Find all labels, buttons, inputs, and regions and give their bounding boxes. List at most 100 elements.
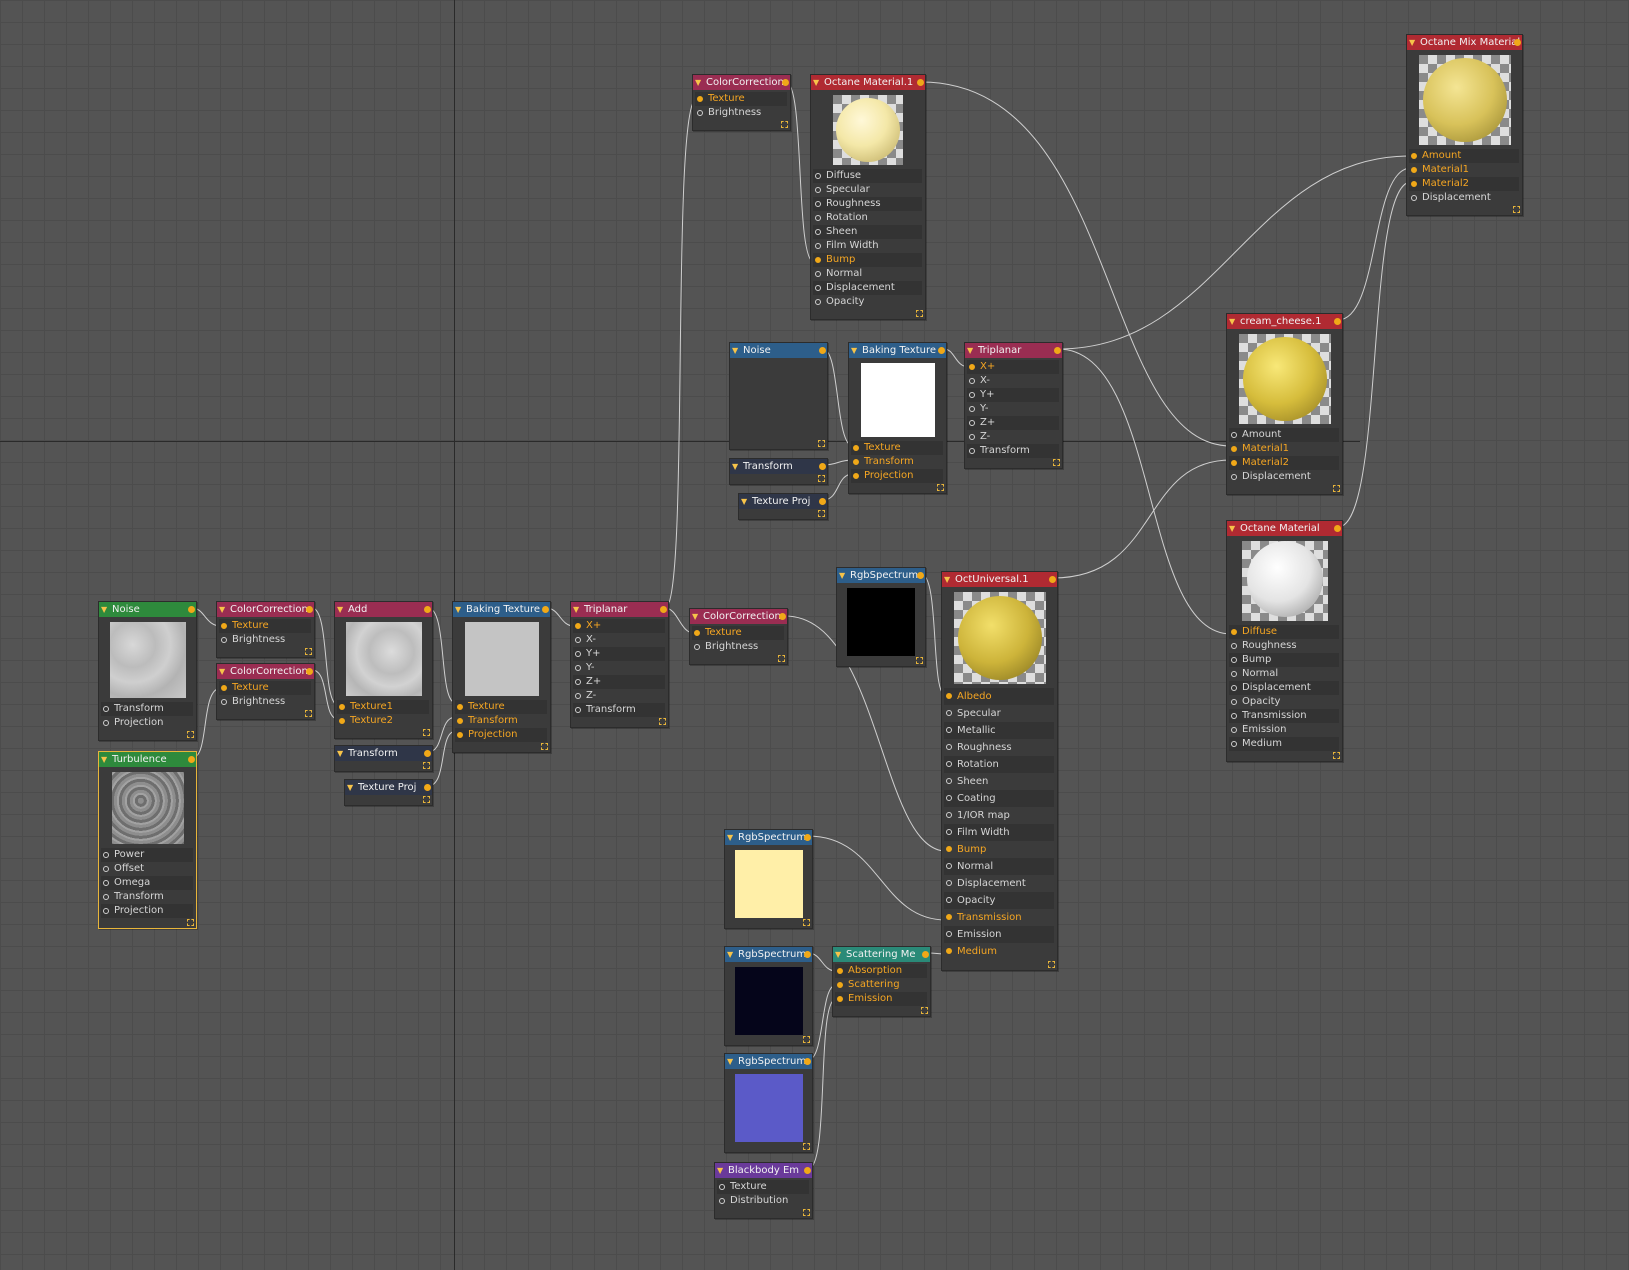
input-port-icon[interactable] [946, 914, 952, 920]
port-projection[interactable]: Projection [455, 728, 547, 742]
input-port-icon[interactable] [1231, 643, 1237, 649]
port-displacement[interactable]: Displacement [1229, 470, 1339, 484]
output-port[interactable] [782, 79, 789, 86]
port-y-plus[interactable]: Y+ [573, 647, 665, 661]
input-port-icon[interactable] [103, 706, 109, 712]
input-port-icon[interactable] [815, 299, 821, 305]
resize-grip-icon[interactable] [305, 648, 312, 655]
output-port[interactable] [819, 498, 826, 505]
input-port-icon[interactable] [969, 378, 975, 384]
node-header[interactable]: ▼ Blackbody Em [715, 1163, 812, 1178]
input-port-icon[interactable] [853, 473, 859, 479]
node-header[interactable]: ▼ OctUniversal.1 [942, 572, 1057, 587]
output-port[interactable] [917, 79, 924, 86]
input-port-icon[interactable] [103, 852, 109, 858]
port-transform[interactable]: Transform [573, 703, 665, 717]
output-port[interactable] [424, 784, 431, 791]
resize-grip-icon[interactable] [305, 710, 312, 717]
port-diffuse[interactable]: Diffuse [1229, 625, 1339, 639]
resize-grip-icon[interactable] [916, 657, 923, 664]
input-port-icon[interactable] [1411, 195, 1417, 201]
node-octuniversal-1[interactable]: ▼ OctUniversal.1 Albedo Specular Metallic… [941, 571, 1058, 971]
port-rotation[interactable]: Rotation [944, 756, 1054, 773]
input-port-icon[interactable] [457, 704, 463, 710]
input-port-icon[interactable] [719, 1184, 725, 1190]
input-port-icon[interactable] [969, 420, 975, 426]
output-port[interactable] [804, 834, 811, 841]
port-displacement[interactable]: Displacement [944, 875, 1054, 892]
input-port-icon[interactable] [103, 908, 109, 914]
port-film-width[interactable]: Film Width [944, 824, 1054, 841]
node-baking-texture-2[interactable]: ▼ Baking Texture Texture Transform Projec… [848, 342, 947, 494]
resize-grip-icon[interactable] [1333, 485, 1340, 492]
input-port-icon[interactable] [103, 720, 109, 726]
output-port[interactable] [922, 951, 929, 958]
output-port[interactable] [804, 951, 811, 958]
node-octane-mix-material[interactable]: ▼ Octane Mix Material Amount Material1 Ma… [1406, 34, 1523, 216]
input-port-icon[interactable] [1231, 474, 1237, 480]
port-texture[interactable]: Texture [455, 700, 547, 714]
port-texture[interactable]: Texture [692, 626, 784, 640]
node-header[interactable]: ▼ RgbSpectrum [725, 830, 812, 845]
port-texture[interactable]: Texture [219, 619, 311, 633]
input-port-icon[interactable] [969, 448, 975, 454]
port-offset[interactable]: Offset [101, 862, 193, 876]
input-port-icon[interactable] [339, 718, 345, 724]
output-port[interactable] [188, 606, 195, 613]
input-port-icon[interactable] [837, 968, 843, 974]
node-rgbspectrum-dark[interactable]: ▼ RgbSpectrum [724, 946, 813, 1046]
port-z-minus[interactable]: Z- [967, 430, 1059, 444]
collapse-triangle-icon[interactable]: ▼ [1229, 521, 1235, 536]
collapse-triangle-icon[interactable]: ▼ [1409, 35, 1415, 50]
collapse-triangle-icon[interactable]: ▼ [741, 494, 747, 509]
input-port-icon[interactable] [815, 201, 821, 207]
node-rgbspectrum-black[interactable]: ▼ RgbSpectrum [836, 567, 926, 667]
node-octane-material[interactable]: ▼ Octane Material Diffuse Roughness Bump … [1226, 520, 1343, 762]
resize-grip-icon[interactable] [659, 718, 666, 725]
node-header[interactable]: ▼ RgbSpectrum [725, 1054, 812, 1069]
port-texture[interactable]: Texture [717, 1180, 809, 1194]
resize-grip-icon[interactable] [921, 1007, 928, 1014]
input-port-icon[interactable] [1411, 181, 1417, 187]
port-sheen[interactable]: Sheen [944, 773, 1054, 790]
port-z-minus[interactable]: Z- [573, 689, 665, 703]
input-port-icon[interactable] [339, 704, 345, 710]
input-port-icon[interactable] [969, 434, 975, 440]
node-texture-proj-1[interactable]: ▼ Texture Proj [344, 779, 433, 806]
port-transmission[interactable]: Transmission [1229, 709, 1339, 723]
port-projection[interactable]: Projection [851, 469, 943, 483]
node-header[interactable]: ▼ ColorCorrection [217, 664, 314, 679]
port-displacement[interactable]: Displacement [1409, 191, 1519, 205]
port-amount[interactable]: Amount [1409, 149, 1519, 163]
output-port[interactable] [660, 606, 667, 613]
input-port-icon[interactable] [946, 693, 952, 699]
port-emission[interactable]: Emission [835, 992, 927, 1006]
input-port-icon[interactable] [815, 187, 821, 193]
port-opacity[interactable]: Opacity [944, 892, 1054, 909]
port-transform[interactable]: Transform [101, 890, 193, 904]
input-port-icon[interactable] [815, 229, 821, 235]
node-colorcorrection-3[interactable]: ▼ ColorCorrection Texture Brightness [692, 74, 791, 131]
port-opacity[interactable]: Opacity [1229, 695, 1339, 709]
output-port[interactable] [1049, 576, 1056, 583]
port-material2[interactable]: Material2 [1229, 456, 1339, 470]
input-port-icon[interactable] [1231, 657, 1237, 663]
input-port-icon[interactable] [946, 778, 952, 784]
resize-grip-icon[interactable] [818, 475, 825, 482]
port-transform[interactable]: Transform [967, 444, 1059, 458]
port-metallic[interactable]: Metallic [944, 722, 1054, 739]
collapse-triangle-icon[interactable]: ▼ [337, 602, 343, 617]
port-projection[interactable]: Projection [101, 716, 193, 730]
resize-grip-icon[interactable] [1048, 961, 1055, 968]
node-colorcorrection-1[interactable]: ▼ ColorCorrection Texture Brightness [216, 601, 315, 658]
input-port-icon[interactable] [1231, 699, 1237, 705]
port-film-width[interactable]: Film Width [813, 239, 922, 253]
node-octane-material-1[interactable]: ▼ Octane Material.1 Diffuse Specular Roug… [810, 74, 926, 320]
collapse-triangle-icon[interactable]: ▼ [573, 602, 579, 617]
node-header[interactable]: ▼ Scattering Me [833, 947, 930, 962]
node-header[interactable]: ▼ Texture Proj [345, 780, 432, 795]
node-header[interactable]: ▼ Noise [99, 602, 196, 617]
port-ior-map[interactable]: 1/IOR map [944, 807, 1054, 824]
input-port-icon[interactable] [694, 644, 700, 650]
input-port-icon[interactable] [853, 445, 859, 451]
